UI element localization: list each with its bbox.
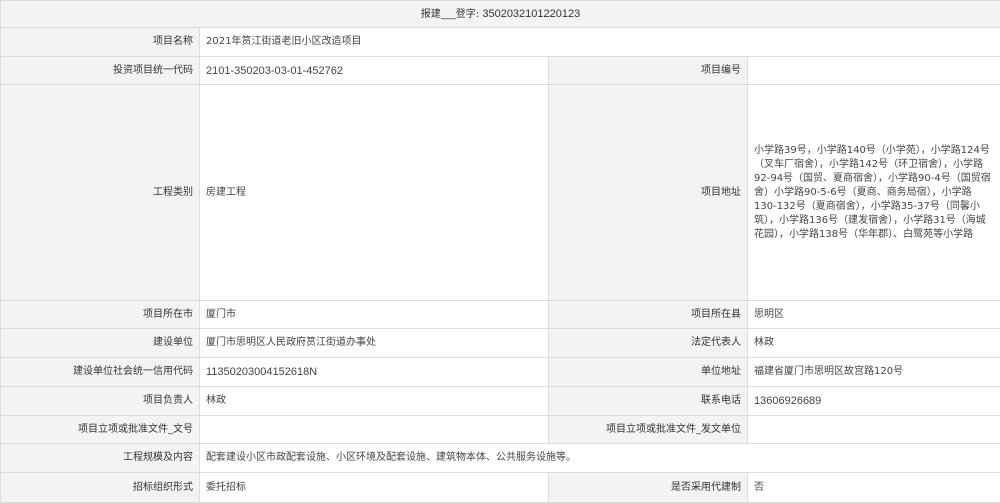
construction-unit-label: 建设单位	[1, 329, 200, 358]
legal-rep-value: 林政	[748, 329, 1000, 358]
project-info-table: 报建___登字: 3502032101220123 项目名称 2021年筼江街道…	[0, 0, 1000, 503]
table-row: 工程规模及内容 配套建设小区市政配套设施、小区环境及配套设施、建筑物本体、公共服…	[1, 444, 1000, 473]
agent-construction-value: 否	[748, 473, 1000, 503]
project-leader-label: 项目负责人	[1, 387, 200, 416]
county-label: 项目所在县	[549, 301, 748, 329]
project-number-label: 项目编号	[549, 57, 748, 85]
header-row: 报建___登字: 3502032101220123	[1, 1, 1000, 28]
table-row: 项目负责人 林政 联系电话 13606926689	[1, 387, 1000, 416]
project-name-label: 项目名称	[1, 28, 200, 57]
construction-unit-value: 厦门市思明区人民政府筼江街道办事处	[200, 329, 549, 358]
table-row: 招标组织形式 委托招标 是否采用代建制 否	[1, 473, 1000, 503]
city-label: 项目所在市	[1, 301, 200, 329]
registration-blank: ___	[441, 9, 456, 20]
project-address-label: 项目地址	[549, 85, 748, 301]
table-row: 项目所在市 厦门市 项目所在县 思明区	[1, 301, 1000, 329]
table-row: 项目名称 2021年筼江街道老旧小区改造项目	[1, 28, 1000, 57]
approval-doc-unit-label: 项目立项或批准文件_发文单位	[549, 416, 748, 444]
tender-form-label: 招标组织形式	[1, 473, 200, 503]
approval-doc-number-value	[200, 416, 549, 444]
registration-header: 报建___登字: 3502032101220123	[1, 1, 1000, 28]
registration-label: 登字:	[456, 9, 479, 20]
table-row: 工程类别 房建工程 项目地址 小学路39号，小学路140号（小学苑），小学路12…	[1, 85, 1000, 301]
county-value: 思明区	[748, 301, 1000, 329]
city-value: 厦门市	[200, 301, 549, 329]
investment-code-value: 2101-350203-03-01-452762	[200, 57, 549, 85]
investment-code-label: 投资项目统一代码	[1, 57, 200, 85]
project-number-value	[748, 57, 1000, 85]
project-leader-value: 林政	[200, 387, 549, 416]
project-name-value: 2021年筼江街道老旧小区改造项目	[200, 28, 1000, 57]
tender-form-value: 委托招标	[200, 473, 549, 503]
engineering-type-label: 工程类别	[1, 85, 200, 301]
approval-doc-unit-value	[748, 416, 1000, 444]
registration-number: 3502032101220123	[482, 8, 580, 20]
table-row: 投资项目统一代码 2101-350203-03-01-452762 项目编号	[1, 57, 1000, 85]
credit-code-value: 11350203004152618N	[200, 358, 549, 387]
agent-construction-label: 是否采用代建制	[549, 473, 748, 503]
credit-code-label: 建设单位社会统一信用代码	[1, 358, 200, 387]
table-row: 建设单位社会统一信用代码 11350203004152618N 单位地址 福建省…	[1, 358, 1000, 387]
legal-rep-label: 法定代表人	[549, 329, 748, 358]
contact-phone-value: 13606926689	[748, 387, 1000, 416]
table-row: 项目立项或批准文件_文号 项目立项或批准文件_发文单位	[1, 416, 1000, 444]
project-address-value: 小学路39号，小学路140号（小学苑），小学路124号（叉车厂宿舍），小学路14…	[748, 85, 1000, 301]
registration-prefix: 报建	[421, 9, 441, 20]
engineering-type-value: 房建工程	[200, 85, 549, 301]
unit-address-label: 单位地址	[549, 358, 748, 387]
scale-content-value: 配套建设小区市政配套设施、小区环境及配套设施、建筑物本体、公共服务设施等。	[200, 444, 1000, 473]
unit-address-value: 福建省厦门市思明区故宫路120号	[748, 358, 1000, 387]
approval-doc-number-label: 项目立项或批准文件_文号	[1, 416, 200, 444]
table-row: 建设单位 厦门市思明区人民政府筼江街道办事处 法定代表人 林政	[1, 329, 1000, 358]
scale-content-label: 工程规模及内容	[1, 444, 200, 473]
contact-phone-label: 联系电话	[549, 387, 748, 416]
